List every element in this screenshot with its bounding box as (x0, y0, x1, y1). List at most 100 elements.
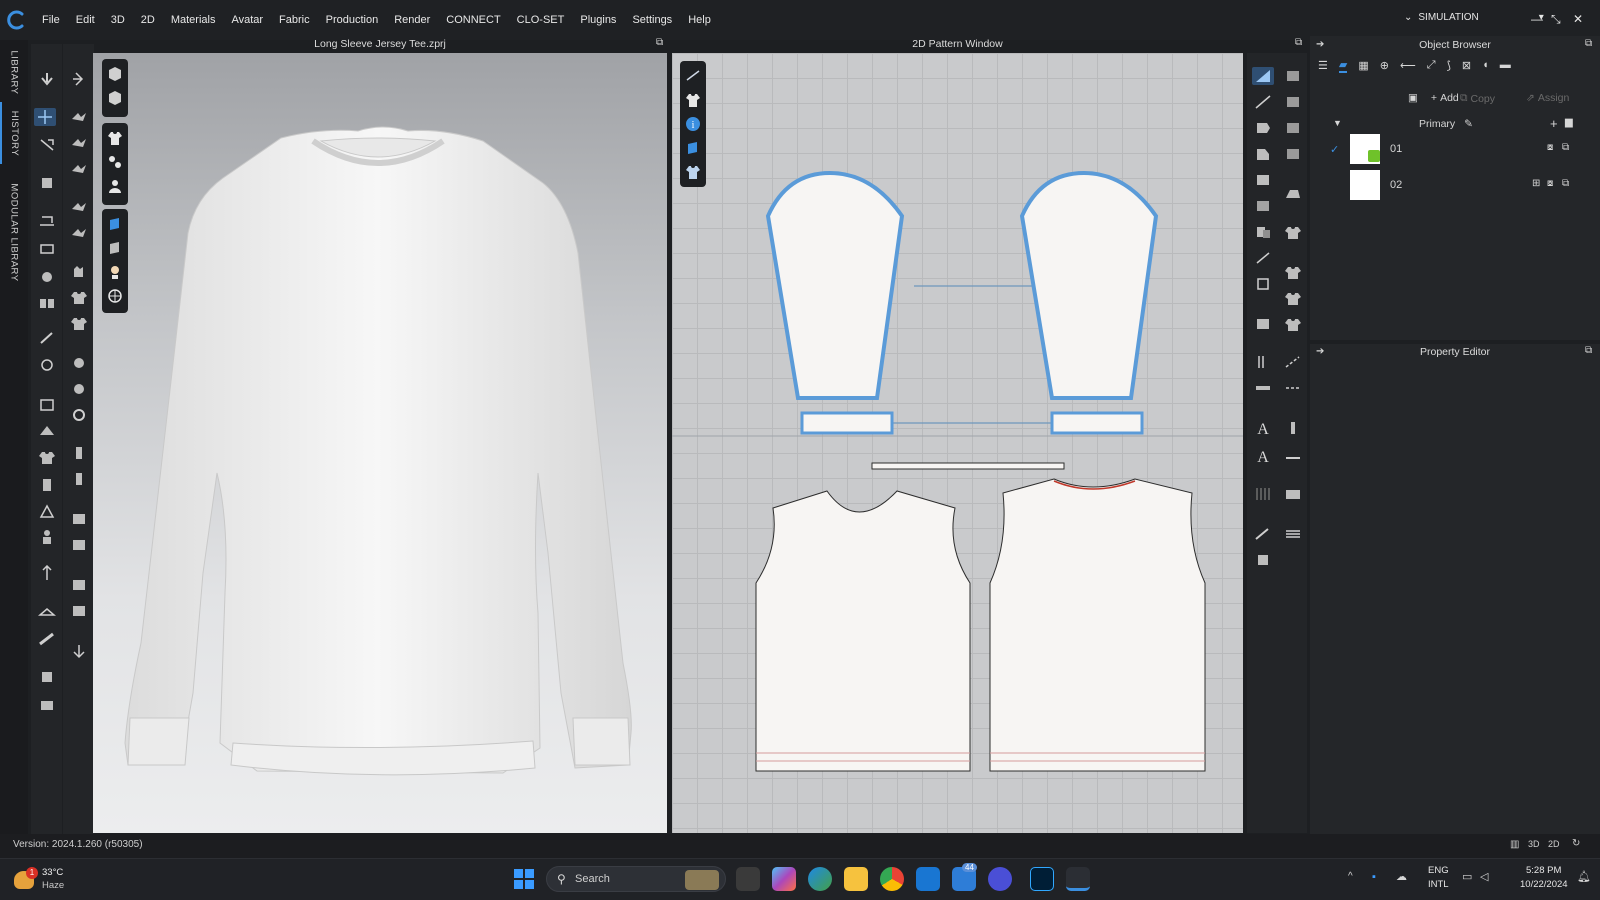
transform-pattern-icon[interactable] (1252, 119, 1274, 137)
simulation-run-icon[interactable] (68, 70, 90, 88)
clo-set-icon[interactable] (988, 867, 1012, 891)
pattern-view-icon[interactable] (1282, 289, 1304, 307)
tape-measure-icon[interactable] (36, 630, 58, 648)
ruler-icon[interactable] (1252, 379, 1274, 397)
seam-line-icon[interactable] (1282, 353, 1304, 371)
view-2d-button[interactable]: 2D (1548, 839, 1560, 849)
ruler-vertical-icon[interactable] (1282, 419, 1304, 437)
snap-icon[interactable] (68, 406, 90, 424)
windows-start-icon[interactable] (514, 869, 534, 889)
clock-time[interactable]: 5:28 PM (1526, 865, 1561, 876)
iron-icon[interactable] (1282, 185, 1304, 203)
select-move-icon[interactable] (34, 108, 56, 126)
hand-icon[interactable] (68, 262, 90, 280)
more-tab-icon[interactable]: ▬ (1500, 59, 1511, 71)
front-body[interactable] (755, 490, 971, 772)
menu-2d[interactable]: 2D (141, 14, 155, 26)
back-body[interactable] (989, 478, 1206, 772)
layout-split-icon[interactable]: ▥ (1510, 839, 1519, 850)
texture-icon[interactable] (36, 668, 58, 686)
segment-icon[interactable] (36, 240, 58, 258)
menu-file[interactable]: File (42, 14, 60, 26)
add-button[interactable]: ▣ + Add (1408, 92, 1459, 104)
detach-icon[interactable]: ⧉ (656, 37, 663, 48)
detach-2d-icon[interactable]: ⧉ (1295, 37, 1302, 48)
refresh-icon[interactable]: ↻ (1572, 838, 1580, 849)
item-copy-icon[interactable]: ⧉ (1562, 142, 1569, 153)
item-apply-icon[interactable]: ⧇ (1547, 142, 1553, 153)
menu-materials[interactable]: Materials (171, 14, 216, 26)
arrangement-icon[interactable] (36, 564, 58, 582)
menu-fabric[interactable]: Fabric (279, 14, 310, 26)
task-view-icon[interactable] (736, 867, 760, 891)
tack-icon[interactable] (68, 134, 90, 152)
simulation-mode-dropdown[interactable]: ⌄ SIMULATION ▾ (1404, 12, 1544, 23)
edit-curvature-icon[interactable] (1252, 525, 1274, 543)
cloud-off-icon[interactable]: ☁ (1396, 870, 1407, 883)
language-line2[interactable]: INTL (1428, 879, 1449, 890)
grid-rect-icon[interactable] (1252, 197, 1274, 215)
detach-ob-icon[interactable]: ⧉ (1585, 38, 1592, 49)
monitor-icon[interactable]: ▭ (1462, 870, 1472, 883)
list-icon[interactable]: ☰ (1318, 59, 1328, 72)
arrow-down-icon[interactable] (36, 70, 58, 88)
menu-clo-set[interactable]: CLO-SET (517, 14, 565, 26)
menu-production[interactable]: Production (326, 14, 379, 26)
neckband[interactable] (871, 462, 1065, 470)
tab-history[interactable]: HISTORY (0, 102, 28, 164)
notification-bell-icon[interactable]: 🔔︎ (1577, 870, 1591, 883)
language-line1[interactable]: ENG (1428, 865, 1449, 876)
clo-app-icon[interactable] (1066, 867, 1090, 891)
measure-icon[interactable] (36, 268, 58, 286)
text-edit-icon[interactable]: A (1252, 447, 1274, 465)
internal-shape-icon[interactable] (1252, 275, 1274, 293)
flatten-icon[interactable] (68, 198, 90, 216)
camera-icon[interactable] (1282, 485, 1304, 503)
menu-avatar[interactable]: Avatar (231, 14, 263, 26)
edge-icon[interactable] (808, 867, 832, 891)
copilot-icon[interactable] (772, 867, 796, 891)
list-item-01[interactable]: ✓ 01 ⧇ ⧉ (1320, 132, 1592, 168)
grading-icon[interactable] (1252, 485, 1274, 503)
chrome-icon[interactable] (880, 867, 904, 891)
dashed-line-icon[interactable] (1282, 379, 1304, 397)
overlay-icon[interactable] (1282, 315, 1304, 333)
assign-button[interactable]: ⇗ Assign (1526, 92, 1569, 104)
copy-button[interactable]: ⧉ Copy (1460, 92, 1495, 105)
puckering-icon[interactable] (36, 502, 58, 520)
trace-icon[interactable] (1252, 223, 1274, 241)
view-3d-button[interactable]: 3D (1528, 839, 1540, 849)
shirt-2d-tool-icon[interactable] (1282, 223, 1304, 241)
free-sewing-icon[interactable] (1282, 93, 1304, 111)
surface-icon[interactable] (68, 576, 90, 594)
pattern-tab-icon[interactable]: ▦ (1358, 59, 1368, 72)
weather-widget[interactable]: 1 33°C Haze (14, 867, 94, 895)
sleeve-left[interactable] (765, 170, 905, 400)
fabric-tab-icon[interactable]: ▰ (1338, 58, 1348, 73)
layer-icon[interactable] (68, 314, 90, 332)
fold-arrangement-icon[interactable] (68, 160, 90, 178)
graphic-icon[interactable] (36, 696, 58, 714)
menu-render[interactable]: Render (394, 14, 430, 26)
add-group-icon[interactable]: + (1550, 116, 1558, 131)
pin-icon[interactable] (36, 174, 58, 192)
tuck-icon[interactable] (1282, 119, 1304, 137)
polygon-icon[interactable] (1252, 145, 1274, 163)
garment-group-icon[interactable] (36, 294, 58, 312)
speaker-icon[interactable]: ◁ (1480, 870, 1488, 883)
file-explorer-icon[interactable] (844, 867, 868, 891)
group-primary[interactable]: Primary ✎ (1419, 118, 1473, 130)
steam-icon[interactable] (68, 224, 90, 242)
edit-pattern-icon[interactable] (1252, 67, 1274, 85)
list-item-02[interactable]: 02 ⊞ ⧇ ⧉ (1320, 168, 1592, 204)
measure-2d-icon[interactable] (1282, 447, 1304, 465)
menu-connect[interactable]: CONNECT (446, 14, 500, 26)
item-apply-icon[interactable]: ⧇ (1547, 178, 1553, 189)
box-icon[interactable] (68, 602, 90, 620)
detach-pe-icon[interactable]: ⧉ (1585, 345, 1592, 356)
3d-viewport[interactable] (93, 53, 667, 833)
material-tab-icon[interactable]: ◖ (1482, 59, 1489, 71)
cuff-left[interactable] (800, 411, 894, 435)
photoshop-icon[interactable] (1030, 867, 1054, 891)
button-add-icon[interactable] (68, 354, 90, 372)
